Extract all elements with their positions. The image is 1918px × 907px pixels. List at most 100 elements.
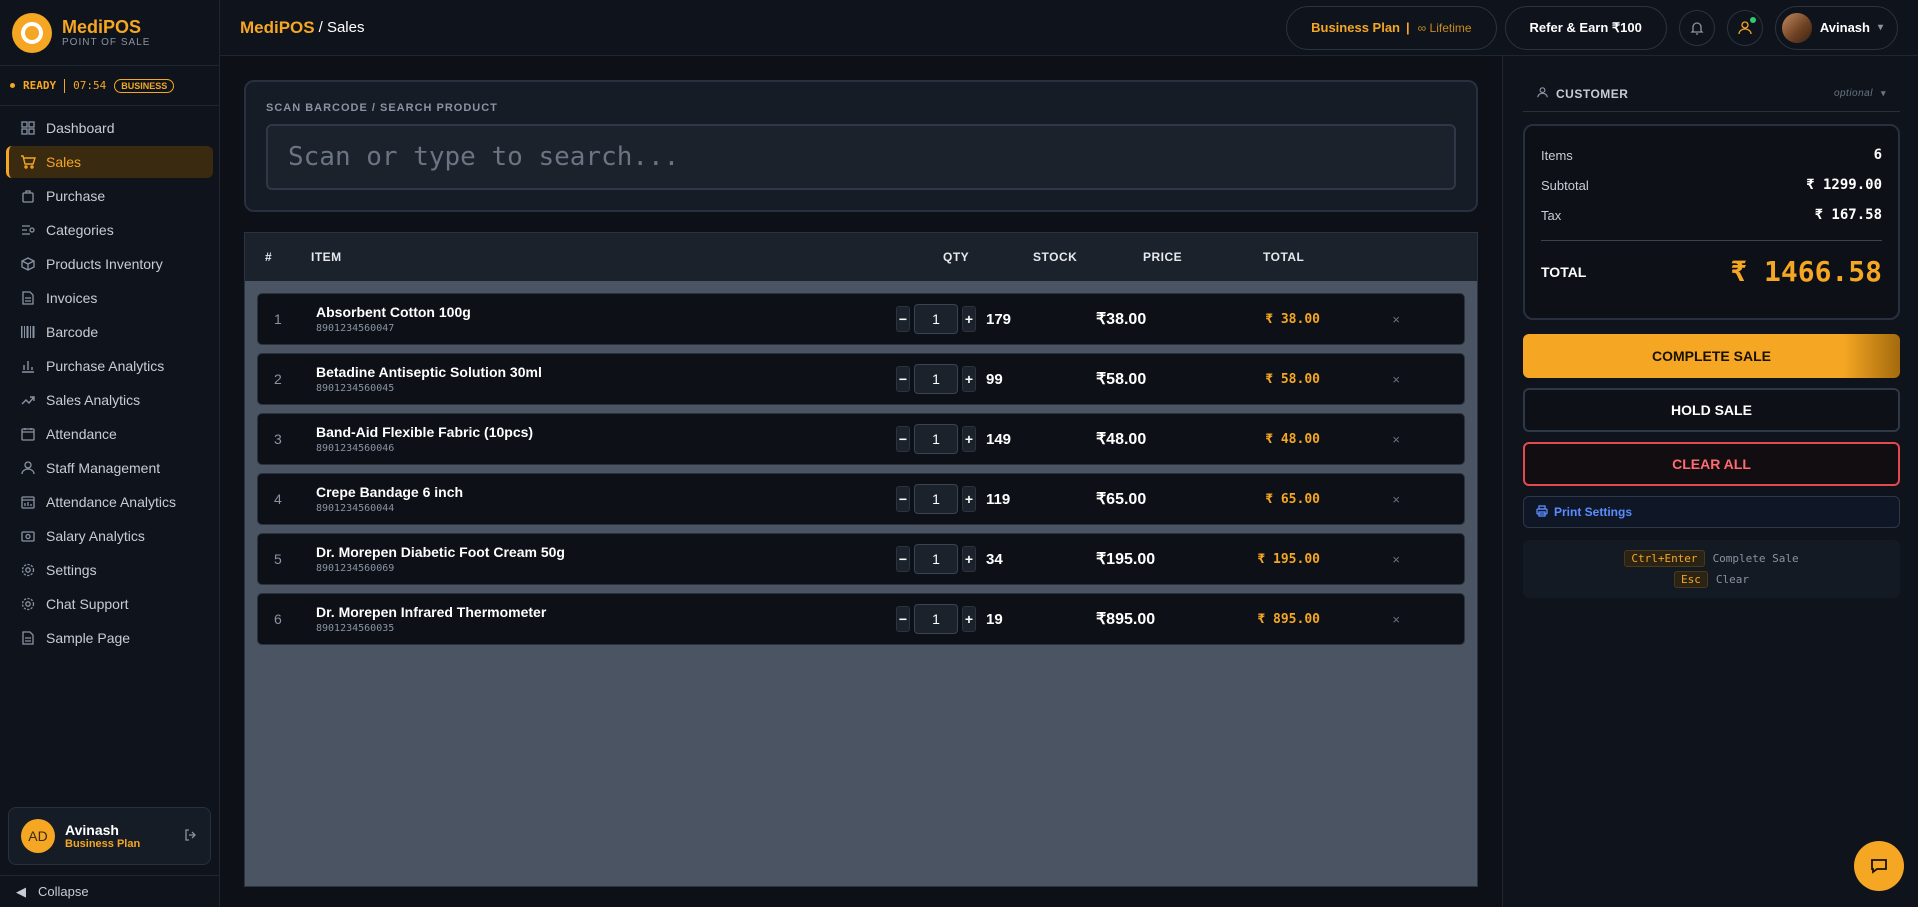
sidebar-item-attendance[interactable]: Attendance [6,418,213,450]
refer-earn-button[interactable]: Refer & Earn ₹100 [1504,5,1667,50]
sidebar-item-sales-analytics[interactable]: Sales Analytics [6,384,213,416]
customer-selector[interactable]: CUSTOMER optional ▾ [1523,76,1900,112]
sidebar-item-sample-page[interactable]: Sample Page [6,622,213,654]
search-input[interactable] [266,124,1456,190]
top-bar-actions: Business Plan | ∞ Lifetime Refer & Earn … [1286,5,1898,50]
table-body: 1 Absorbent Cotton 100g 8901234560047 − … [245,281,1477,665]
sidebar-item-categories[interactable]: Categories [6,214,213,246]
item-stock: 179 [986,310,1012,328]
sidebar-item-salary-analytics[interactable]: Salary Analytics [6,520,213,552]
remove-item-icon[interactable]: × [1320,492,1400,507]
sidebar-item-label: Purchase [46,188,106,204]
sidebar-item-purchase[interactable]: Purchase [6,180,213,212]
quantity-input[interactable]: 1 [914,424,958,454]
user-status-icon[interactable] [1726,9,1763,46]
collapse-button[interactable]: ◀ Collapse [0,875,219,907]
sidebar-item-invoices[interactable]: Invoices [6,282,213,314]
increase-button[interactable]: + [962,306,976,332]
remove-item-icon[interactable]: × [1320,612,1400,627]
quantity-stepper: − 1 + [896,604,986,634]
item-stock: 99 [986,370,1003,388]
sidebar-item-chat-support[interactable]: Chat Support [6,588,213,620]
sidebar-item-label: Purchase Analytics [46,358,165,374]
item-total: ₹ 195.00 [1257,551,1320,567]
sidebar-item-barcode[interactable]: Barcode [6,316,213,348]
items-label: Items [1541,147,1573,163]
shortcut-row: Ctrl+Enter Complete Sale [1624,550,1799,567]
sidebar-item-sales[interactable]: Sales [6,146,213,178]
complete-sale-button[interactable]: COMPLETE SALE [1523,334,1900,378]
sidebar-item-label: Barcode [46,324,99,340]
item-price: ₹48.00 [1096,431,1147,448]
clear-all-button[interactable]: CLEAR ALL [1523,442,1900,486]
decrease-button[interactable]: − [896,306,910,332]
item-stock: 149 [986,430,1012,448]
chevron-down-icon: ▾ [1880,88,1886,98]
user-menu[interactable]: Avinash ▾ [1774,5,1898,50]
remove-item-icon[interactable]: × [1320,372,1400,387]
quantity-input[interactable]: 1 [914,484,958,514]
user-icon [20,460,36,476]
row-item: Band-Aid Flexible Fabric (10pcs) 8901234… [316,424,896,454]
hold-sale-button[interactable]: HOLD SALE [1523,388,1900,432]
sidebar-item-attendance-analytics[interactable]: Attendance Analytics [6,486,213,518]
decrease-button[interactable]: − [896,366,910,392]
user-photo [1781,12,1812,43]
quantity-input[interactable]: 1 [914,604,958,634]
logout-icon[interactable] [184,828,198,845]
chat-icon[interactable] [1854,841,1904,891]
summary-tax: Tax ₹ 167.58 [1541,200,1882,230]
quantity-input[interactable]: 1 [914,364,958,394]
quantity-stepper: − 1 + [896,544,986,574]
status-time: 07:54 [73,79,107,92]
remove-item-icon[interactable]: × [1320,552,1400,567]
item-name: Dr. Morepen Diabetic Foot Cream 50g [316,544,565,560]
breadcrumb-brand[interactable]: MediPOS [240,18,315,38]
cart-icon [20,154,36,170]
item-price: ₹195.00 [1096,551,1156,568]
sidebar-item-purchase-analytics[interactable]: Purchase Analytics [6,350,213,382]
sidebar-nav: Dashboard Sales Purchase Categories Prod… [0,106,219,907]
subtotal-value: ₹ 1299.00 [1806,177,1882,193]
decrease-button[interactable]: − [896,426,910,452]
sidebar-item-label: Settings [46,562,97,578]
item-barcode: 8901234560046 [316,443,395,454]
sidebar-item-staff-management[interactable]: Staff Management [6,452,213,484]
avatar: AD [21,819,55,853]
plan-button[interactable]: Business Plan | ∞ Lifetime [1286,5,1497,50]
remove-item-icon[interactable]: × [1320,432,1400,447]
quantity-input[interactable]: 1 [914,544,958,574]
grid-icon [20,120,36,136]
table-row: 3 Band-Aid Flexible Fabric (10pcs) 89012… [257,413,1465,465]
remove-item-icon[interactable]: × [1320,312,1400,327]
increase-button[interactable]: + [962,366,976,392]
print-settings-button[interactable]: Print Settings [1523,496,1900,528]
search-panel: SCAN BARCODE / SEARCH PRODUCT [244,80,1478,212]
trend-icon [20,392,36,408]
sidebar-item-label: Staff Management [46,460,161,476]
increase-button[interactable]: + [962,426,976,452]
plan-term: ∞ Lifetime [1417,20,1472,35]
status-dot-icon [10,83,15,88]
sidebar-item-settings[interactable]: Settings [6,554,213,586]
customer-optional: optional [1833,88,1873,99]
increase-button[interactable]: + [962,606,976,632]
gear-icon [20,596,36,612]
bell-icon[interactable] [1678,9,1715,46]
top-bar: MediPOS / Sales Business Plan | ∞ Lifeti… [220,0,1918,56]
decrease-button[interactable]: − [896,546,910,572]
sidebar-item-label: Attendance Analytics [46,494,176,510]
sidebar-item-products-inventory[interactable]: Products Inventory [6,248,213,280]
sidebar-item-dashboard[interactable]: Dashboard [6,112,213,144]
decrease-button[interactable]: − [896,606,910,632]
sidebar-item-label: Attendance [46,426,117,442]
increase-button[interactable]: + [962,486,976,512]
sidebar-user-card[interactable]: AD Avinash Business Plan [8,807,211,865]
user-menu-name: Avinash [1819,20,1870,35]
decrease-button[interactable]: − [896,486,910,512]
plan-badge: BUSINESS [114,78,175,93]
increase-button[interactable]: + [962,546,976,572]
quantity-input[interactable]: 1 [914,304,958,334]
col-number: # [265,250,273,264]
item-total: ₹ 58.00 [1265,371,1320,387]
